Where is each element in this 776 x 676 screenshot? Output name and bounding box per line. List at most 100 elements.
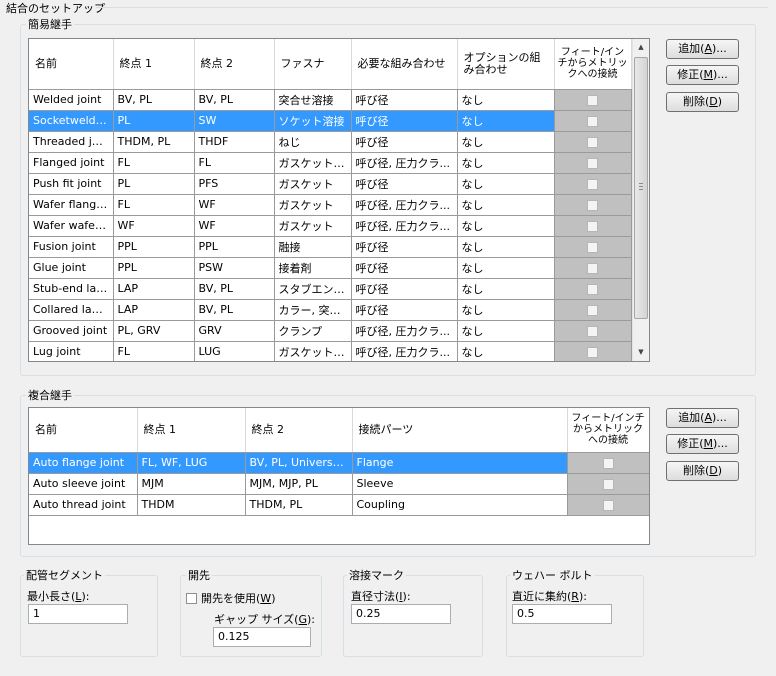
col-name[interactable]: 名前 [29, 408, 138, 453]
compound-delete-button[interactable]: 削除(D) [666, 461, 739, 481]
scroll-down-icon[interactable]: ▼ [633, 344, 649, 361]
gap-title: 開先 [186, 567, 212, 583]
table-row[interactable]: Fusion joint PPL PPL 融接 呼び径 なし [29, 236, 632, 258]
cell-fastener: ガスケット [274, 173, 352, 195]
metric-checkbox[interactable] [587, 220, 598, 232]
cell-end1: PL, GRV [113, 320, 195, 342]
metric-checkbox[interactable] [602, 478, 614, 490]
cell-end2: SW [194, 110, 275, 132]
cell-fastener: ガスケット, ボ... [274, 152, 352, 174]
cell-name: Collared lappe... [29, 299, 114, 321]
col-end2[interactable]: 終点 2 [245, 408, 353, 453]
cell-end2: BV, PL [194, 299, 275, 321]
checkbox-icon[interactable] [186, 592, 197, 604]
cell-metric [554, 278, 632, 300]
cell-end1: PPL [113, 236, 195, 258]
col-end1[interactable]: 終点 1 [113, 39, 195, 90]
metric-checkbox[interactable] [587, 115, 598, 127]
col-end1[interactable]: 終点 1 [137, 408, 246, 453]
col-optional[interactable]: オプションの組み合わせ [457, 39, 555, 90]
use-gap-label[interactable]: 開先を使用(W) [201, 590, 275, 606]
cell-end2: GRV [194, 320, 275, 342]
cell-name: Wafer flanged... [29, 194, 114, 216]
metric-checkbox[interactable] [587, 262, 598, 274]
diameter-input[interactable]: 0.25 [351, 604, 451, 624]
col-name[interactable]: 名前 [29, 39, 114, 90]
table-row[interactable]: Welded joint BV, PL BV, PL 突合せ溶接 呼び径 なし [29, 89, 632, 111]
cell-fastener: クランプ [274, 320, 352, 342]
table-row[interactable]: Auto sleeve joint MJM MJM, MJP, PL Sleeve [29, 473, 649, 495]
cell-metric [554, 152, 632, 174]
cell-name: Lug joint [29, 341, 114, 361]
table-row[interactable]: Stub-end lapp...LAPBV, PLスタブエンド, ...呼び径な… [29, 278, 632, 300]
cell-name: Auto sleeve joint [29, 473, 138, 495]
cell-parts: Flange [352, 452, 568, 474]
cell-metric [567, 473, 649, 495]
simple-add-button[interactable]: 追加(A)... [666, 39, 739, 59]
metric-checkbox[interactable] [602, 499, 614, 511]
col-metric[interactable]: フィート/インチからメトリックへの接続 [554, 39, 632, 90]
table-row[interactable]: Auto thread joint THDM THDM, PL Coupling [29, 494, 649, 516]
table-row[interactable]: Wafer wafer j... WF WF ガスケット 呼び径, 圧力クラ... なし [29, 215, 632, 237]
table-row[interactable]: Collared lappe...LAPBV, PLカラー, 突合...呼び径な… [29, 299, 632, 321]
metric-checkbox[interactable] [587, 94, 598, 106]
table-row[interactable]: Socketwelded... PL SW ソケット溶接 呼び径 なし [29, 110, 632, 132]
col-metric[interactable]: フィート/インチからメトリックへの接続 [567, 408, 649, 453]
table-row[interactable]: Auto flange joint FL, WF, LUG BV, PL, Univ… [29, 452, 649, 474]
simple-scrollbar[interactable]: ▲ ▼ [632, 39, 649, 361]
col-parts[interactable]: 接続パーツ [352, 408, 568, 453]
cell-fastener: 接着剤 [274, 257, 352, 279]
simple-joints-grid[interactable]: 名前 終点 1 終点 2 ファスナ 必要な組み合わせ オプションの組み合わせ フ… [28, 38, 650, 362]
gap-size-input[interactable]: 0.125 [213, 627, 311, 647]
table-row[interactable]: Wafer flanged... FL WF ガスケット 呼び径, 圧力クラ... なし [29, 194, 632, 216]
table-row[interactable]: Grooved joint PL, GRV GRV クランプ 呼び径, 圧力クラ... な… [29, 320, 632, 342]
scroll-thumb[interactable] [634, 57, 648, 319]
col-end2[interactable]: 終点 2 [194, 39, 275, 90]
metric-checkbox[interactable] [602, 457, 614, 469]
table-row[interactable]: Threaded joint THDM, PL THDF ねじ 呼び径 なし [29, 131, 632, 153]
cell-fastener: 融接 [274, 236, 352, 258]
cell-optional: なし [457, 173, 555, 195]
compound-joints-grid[interactable]: 名前 終点 1 終点 2 接続パーツ フィート/インチからメトリックへの接続 A… [28, 407, 650, 545]
wafer-title: ウェハー ボルト [510, 567, 595, 583]
compound-add-button[interactable]: 追加(A)... [666, 408, 739, 428]
col-fastener[interactable]: ファスナ [274, 39, 352, 90]
table-row[interactable]: Push fit joint PL PFS ガスケット 呼び径 なし [29, 173, 632, 195]
metric-checkbox[interactable] [587, 346, 598, 358]
col-required[interactable]: 必要な組み合わせ [351, 39, 458, 90]
metric-checkbox[interactable] [587, 283, 598, 295]
cell-optional: なし [457, 236, 555, 258]
metric-checkbox[interactable] [587, 157, 598, 169]
simple-delete-button[interactable]: 削除(D) [666, 92, 739, 112]
min-length-label: 最小長さ(L): [27, 590, 90, 603]
metric-checkbox[interactable] [587, 325, 598, 337]
cell-metric [554, 215, 632, 237]
cell-fastener: ガスケット, ボ... [274, 341, 352, 361]
table-row[interactable]: Glue joint PPL PSW 接着剤 呼び径 なし [29, 257, 632, 279]
scroll-up-icon[interactable]: ▲ [633, 39, 649, 56]
metric-checkbox[interactable] [587, 199, 598, 211]
simple-edit-button[interactable]: 修正(M)... [666, 65, 739, 85]
cell-name: Wafer wafer j... [29, 215, 114, 237]
cell-parts: Coupling [352, 494, 568, 516]
cell-metric [554, 89, 632, 111]
round-input[interactable]: 0.5 [512, 604, 612, 624]
compound-edit-button[interactable]: 修正(M)... [666, 434, 739, 454]
cell-end2: BV, PL [194, 89, 275, 111]
cell-required: 呼び径, 圧力クラ... [351, 215, 458, 237]
metric-checkbox[interactable] [587, 136, 598, 148]
table-row[interactable]: Lug jointFLLUGガスケット, ボ...呼び径, 圧力クラ...なし [29, 341, 632, 361]
cell-optional: なし [457, 89, 555, 111]
metric-checkbox[interactable] [587, 241, 598, 253]
min-length-input[interactable]: 1 [28, 604, 128, 624]
outer-divider [96, 7, 768, 8]
metric-checkbox[interactable] [587, 178, 598, 190]
cell-end2: WF [194, 215, 275, 237]
use-gap-checkbox[interactable] [186, 591, 197, 604]
cell-metric [554, 131, 632, 153]
cell-name: Stub-end lapp... [29, 278, 114, 300]
cell-name: Push fit joint [29, 173, 114, 195]
table-row[interactable]: Flanged jointFLFLガスケット, ボ...呼び径, 圧力クラ...… [29, 152, 632, 174]
cell-end2: THDM, PL [245, 494, 353, 516]
metric-checkbox[interactable] [587, 304, 598, 316]
